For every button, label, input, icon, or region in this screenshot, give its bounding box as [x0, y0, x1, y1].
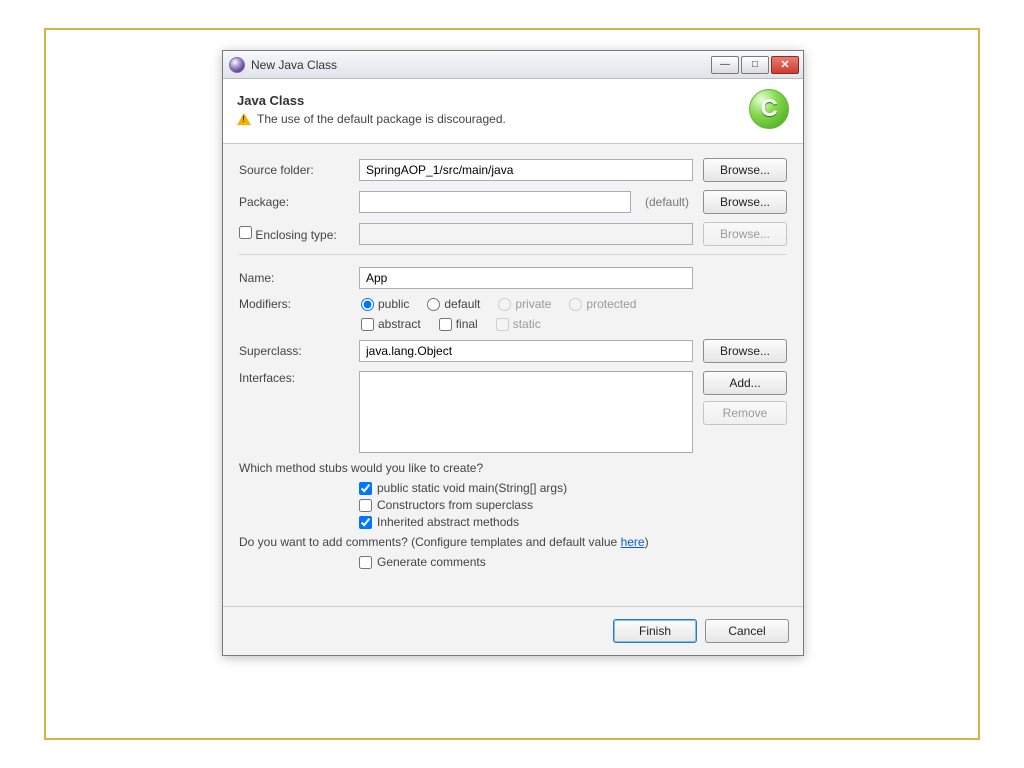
name-label: Name:: [239, 271, 349, 285]
modifier-protected: protected: [569, 297, 636, 311]
source-folder-input[interactable]: [359, 159, 693, 181]
package-default-tag: (default): [641, 195, 693, 209]
modifier-private: private: [498, 297, 551, 311]
modifier-default[interactable]: default: [427, 297, 480, 311]
superclass-label: Superclass:: [239, 344, 349, 358]
generate-comments-option[interactable]: Generate comments: [359, 555, 787, 569]
stubs-question: Which method stubs would you like to cre…: [239, 461, 787, 475]
finish-button[interactable]: Finish: [613, 619, 697, 643]
separator: [239, 254, 787, 255]
stub-main-checkbox[interactable]: [359, 482, 372, 495]
comments-question: Do you want to add comments? (Configure …: [239, 535, 787, 549]
warning-icon: [237, 113, 251, 125]
superclass-browse-button[interactable]: Browse...: [703, 339, 787, 363]
stub-inherited-option[interactable]: Inherited abstract methods: [359, 515, 787, 529]
window-title: New Java Class: [251, 58, 711, 72]
configure-templates-link[interactable]: here: [621, 535, 645, 549]
class-icon: C: [749, 89, 789, 129]
close-button[interactable]: ✕: [771, 56, 799, 74]
interfaces-list[interactable]: [359, 371, 693, 453]
stub-constructors-option[interactable]: Constructors from superclass: [359, 498, 787, 512]
enclosing-type-browse-button: Browse...: [703, 222, 787, 246]
new-java-class-dialog: New Java Class — □ ✕ Java Class The use …: [222, 50, 804, 656]
banner-message: The use of the default package is discou…: [257, 112, 506, 126]
source-folder-browse-button[interactable]: Browse...: [703, 158, 787, 182]
modifiers-label: Modifiers:: [239, 297, 349, 311]
package-label: Package:: [239, 195, 349, 209]
generate-comments-checkbox[interactable]: [359, 556, 372, 569]
interfaces-label: Interfaces:: [239, 371, 349, 385]
enclosing-type-option[interactable]: Enclosing type:: [239, 228, 337, 242]
interfaces-add-button[interactable]: Add...: [703, 371, 787, 395]
modifier-static: static: [496, 317, 541, 331]
source-folder-label: Source folder:: [239, 163, 349, 177]
minimize-button[interactable]: —: [711, 56, 739, 74]
name-input[interactable]: [359, 267, 693, 289]
modifier-public[interactable]: public: [361, 297, 409, 311]
modifier-final[interactable]: final: [439, 317, 478, 331]
stub-main-option[interactable]: public static void main(String[] args): [359, 481, 787, 495]
dialog-banner: Java Class The use of the default packag…: [223, 79, 803, 144]
enclosing-type-checkbox[interactable]: [239, 226, 252, 239]
cancel-button[interactable]: Cancel: [705, 619, 789, 643]
maximize-button[interactable]: □: [741, 56, 769, 74]
titlebar[interactable]: New Java Class — □ ✕: [223, 51, 803, 79]
eclipse-icon: [229, 57, 245, 73]
dialog-footer: Finish Cancel: [223, 606, 803, 655]
banner-title: Java Class: [237, 93, 749, 108]
stub-constructors-checkbox[interactable]: [359, 499, 372, 512]
modifier-abstract[interactable]: abstract: [361, 317, 421, 331]
package-input[interactable]: [359, 191, 631, 213]
superclass-input[interactable]: [359, 340, 693, 362]
enclosing-type-input: [359, 223, 693, 245]
stub-inherited-checkbox[interactable]: [359, 516, 372, 529]
interfaces-remove-button: Remove: [703, 401, 787, 425]
package-browse-button[interactable]: Browse...: [703, 190, 787, 214]
